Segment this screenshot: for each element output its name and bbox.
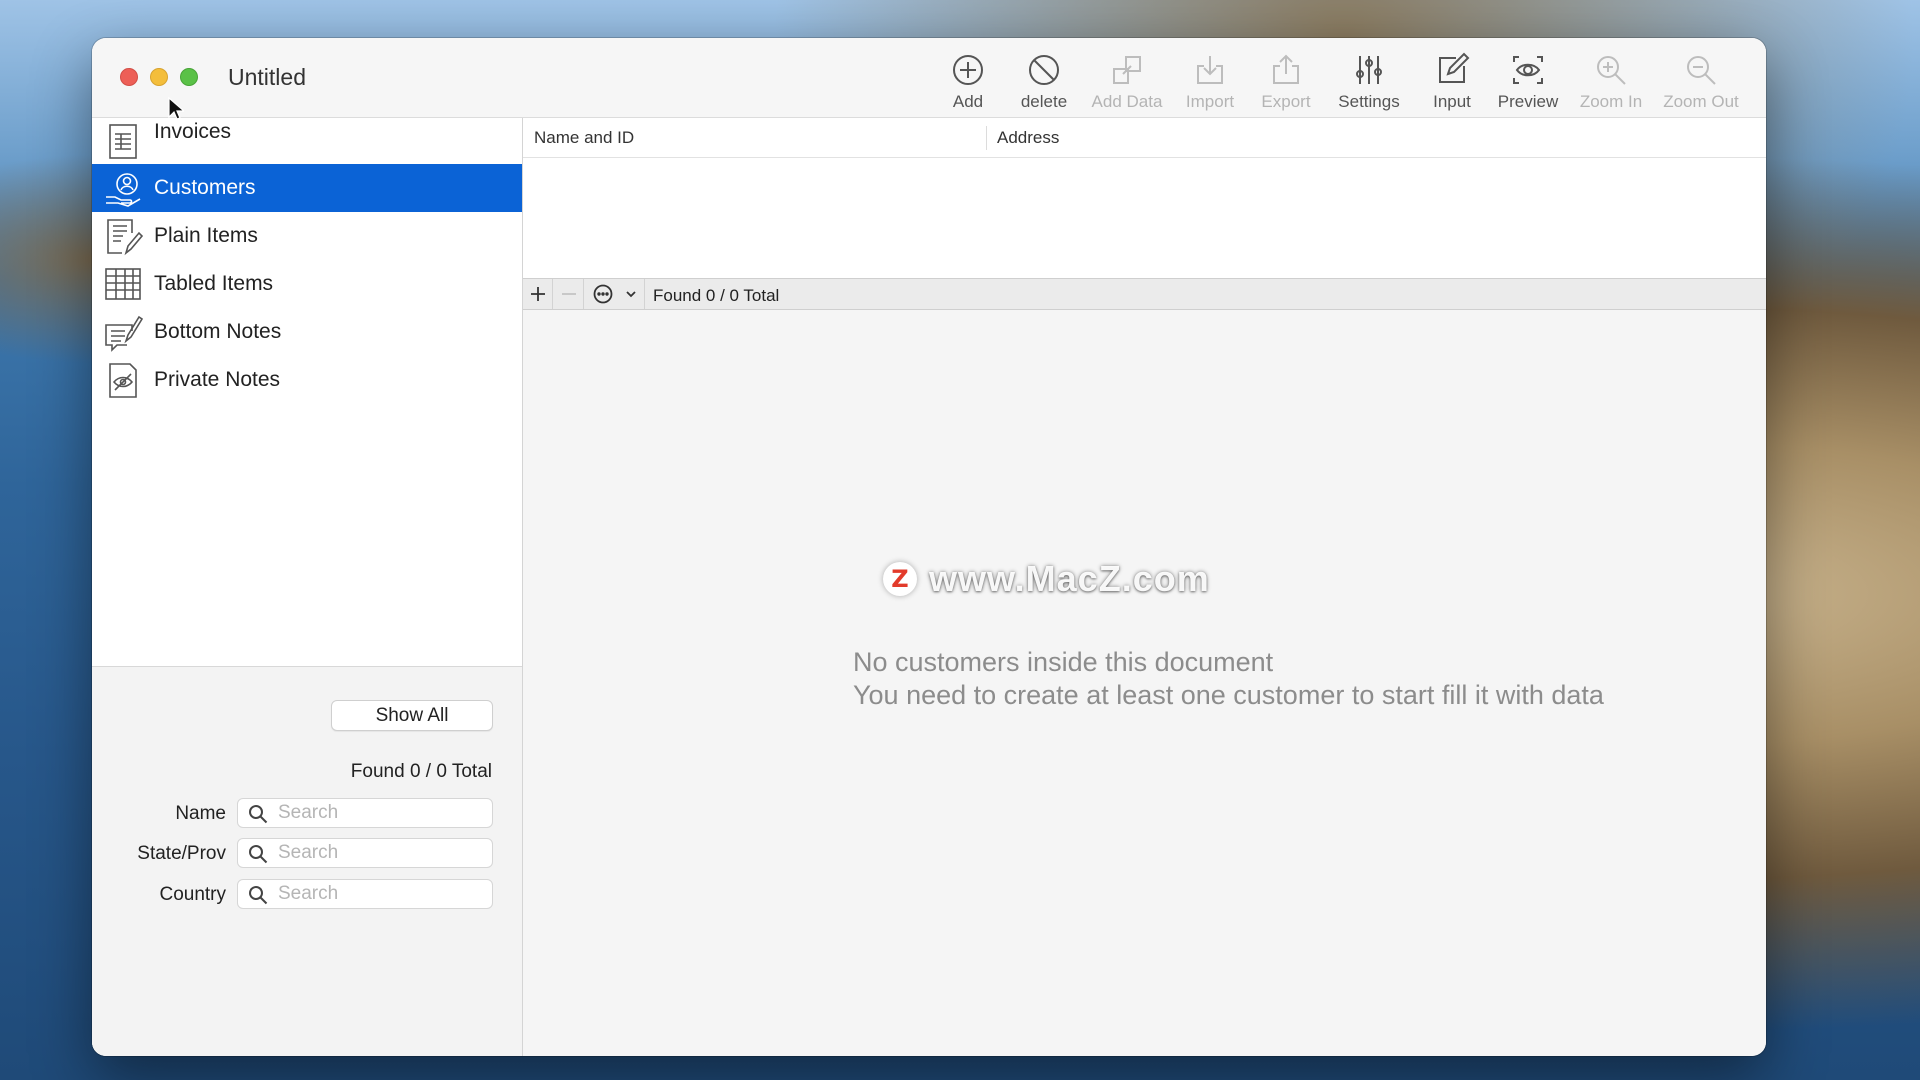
add-data-icon (1113, 56, 1141, 84)
watermark-text: www.MacZ.com (929, 558, 1210, 599)
bottom-notes-icon (102, 311, 144, 353)
show-all-button[interactable]: Show All (331, 700, 493, 731)
title-bar: Untitled Add delete Add Data Import Expo… (92, 38, 1766, 118)
delete-button[interactable]: delete (1006, 52, 1082, 112)
invoice-icon (102, 120, 144, 162)
pencil-icon (1439, 52, 1470, 83)
zoom-in-button[interactable]: Zoom In (1566, 52, 1656, 112)
minus-icon (561, 293, 576, 295)
filter-row-state: State/Prov (92, 838, 522, 870)
import-button[interactable]: Import (1172, 52, 1248, 112)
filter-row-name: Name (92, 798, 522, 830)
main-content: Name and ID Address Found 0 / 0 Total Z … (523, 118, 1766, 1056)
sliders-icon (1356, 56, 1382, 84)
export-icon (1273, 54, 1299, 84)
prohibit-icon (1029, 55, 1059, 85)
preview-button[interactable]: Preview (1490, 52, 1566, 112)
watermark: Z www.MacZ.com (883, 558, 1210, 600)
maximize-window-button[interactable] (180, 68, 198, 86)
sidebar-item-bottom-notes[interactable]: Bottom Notes (92, 308, 522, 356)
plus-circle-icon (953, 55, 983, 85)
country-search-box[interactable] (237, 879, 493, 909)
eye-icon (1513, 56, 1543, 84)
empty-state-line-1: No customers inside this document (853, 647, 1274, 677)
private-notes-icon (102, 359, 144, 401)
minimize-window-button[interactable] (150, 68, 168, 86)
customer-table-body[interactable] (523, 158, 1766, 278)
zoom-in-icon (1597, 56, 1626, 85)
name-search-box[interactable] (237, 798, 493, 828)
filter-row-country: Country (92, 879, 522, 911)
column-header-address[interactable]: Address (997, 128, 1059, 148)
add-button[interactable]: Add (930, 52, 1006, 112)
sidebar-found-count: Found 0 / 0 Total (350, 761, 492, 782)
country-filter-label: Country (159, 884, 226, 905)
sidebar-item-tabled-items[interactable]: Tabled Items (92, 260, 522, 308)
settings-button[interactable]: Settings (1324, 52, 1414, 112)
table-footer-bar: Found 0 / 0 Total (523, 278, 1766, 310)
section-list: Invoices Customers Plain Items Tabled It… (92, 118, 522, 666)
ellipsis-circle-icon (593, 284, 612, 304)
empty-state-line-2: You need to create at least one customer… (853, 680, 1604, 710)
column-divider[interactable] (986, 126, 987, 150)
state-search-input[interactable] (278, 842, 483, 864)
sidebar-item-invoices[interactable]: Invoices (92, 118, 522, 164)
empty-state-message: No customers inside this document You ne… (853, 646, 1604, 712)
watermark-logo: Z (883, 562, 917, 596)
customer-icon (102, 167, 144, 209)
plain-items-icon (102, 215, 144, 257)
search-icon (248, 804, 268, 824)
zoom-out-icon (1687, 56, 1716, 85)
action-menu-button[interactable] (585, 279, 645, 309)
remove-row-button[interactable] (554, 279, 584, 309)
table-found-count: Found 0 / 0 Total (653, 286, 780, 305)
table-grid-icon (102, 263, 144, 305)
toolbar: Add delete Add Data Import Export Settin… (930, 52, 1746, 112)
filter-panel: Show All Found 0 / 0 Total Name State/Pr… (92, 666, 522, 1056)
name-search-input[interactable] (278, 802, 483, 824)
sidebar-item-private-notes[interactable]: Private Notes (92, 356, 522, 404)
search-icon (248, 844, 268, 864)
sidebar-item-customers[interactable]: Customers (92, 164, 522, 212)
column-header-name[interactable]: Name and ID (534, 128, 634, 148)
country-search-input[interactable] (278, 883, 483, 905)
add-data-button[interactable]: Add Data (1082, 52, 1172, 112)
export-button[interactable]: Export (1248, 52, 1324, 112)
table-header: Name and ID Address (523, 118, 1766, 158)
zoom-out-button[interactable]: Zoom Out (1656, 52, 1746, 112)
sidebar-item-plain-items[interactable]: Plain Items (92, 212, 522, 260)
close-window-button[interactable] (120, 68, 138, 86)
import-icon (1197, 56, 1223, 84)
window-title: Untitled (228, 64, 306, 90)
search-icon (248, 885, 268, 905)
chevron-down-icon (625, 291, 636, 298)
sidebar: Invoices Customers Plain Items Tabled It… (92, 118, 523, 1056)
name-filter-label: Name (175, 803, 226, 824)
add-row-button[interactable] (523, 279, 553, 309)
state-search-box[interactable] (237, 838, 493, 868)
state-filter-label: State/Prov (137, 843, 226, 864)
app-window: Untitled Add delete Add Data Import Expo… (92, 38, 1766, 1056)
input-button[interactable]: Input (1414, 52, 1490, 112)
mouse-pointer-icon (168, 97, 184, 120)
plus-icon (530, 287, 545, 301)
